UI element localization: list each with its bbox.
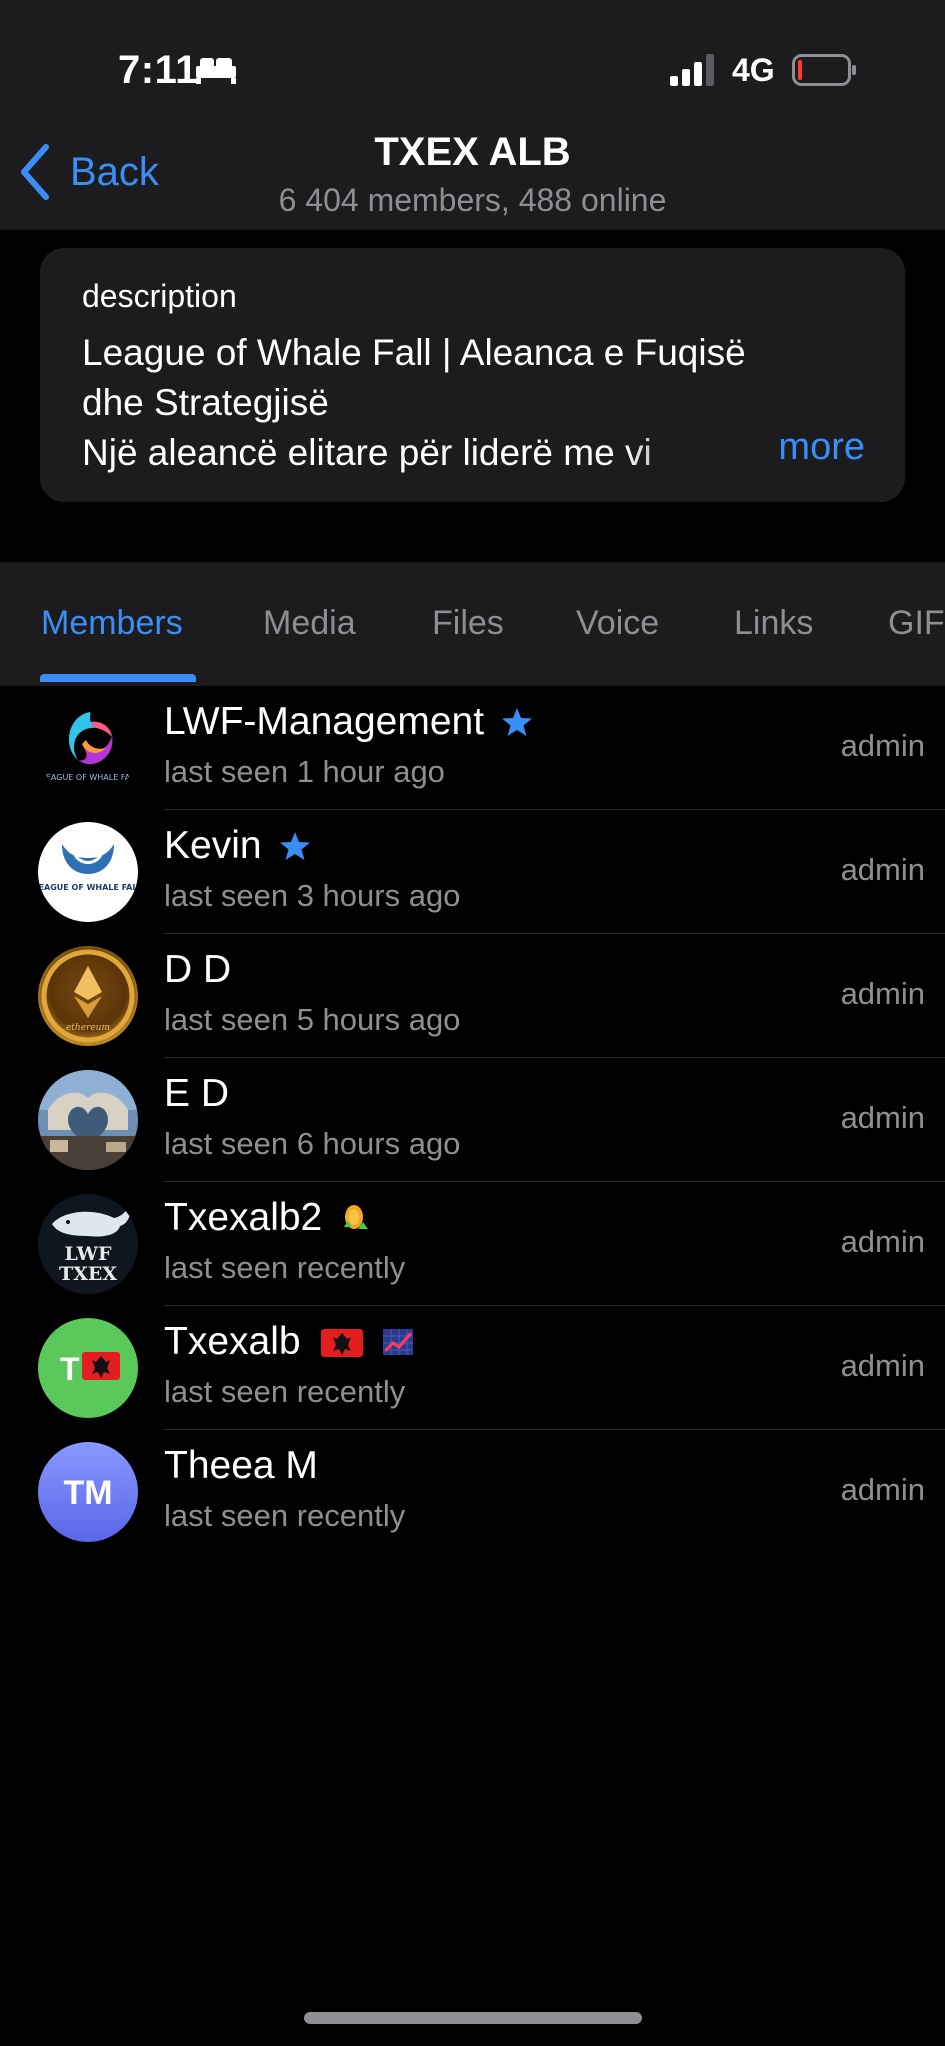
member-role: admin [840,728,925,763]
tab-voice[interactable]: Voice [576,604,659,643]
member-row[interactable]: T Txexalb last seen recently admin [0,1306,945,1430]
member-last-seen: last seen recently [164,1374,406,1409]
member-role: admin [840,1100,925,1135]
member-name: Theea M [164,1444,318,1487]
description-line: Një aleancë elitare për liderë me vi [82,432,652,473]
member-list: EAGUE OF WHALE FA LWF-Management last se… [0,686,945,1554]
member-row[interactable]: E D last seen 6 hours ago admin [0,1058,945,1182]
member-row[interactable]: TM Theea M last seen recently admin [0,1430,945,1554]
svg-text:EAGUE OF WHALE FA: EAGUE OF WHALE FA [46,773,131,782]
tab-links[interactable]: Links [734,604,813,643]
svg-text:ethereum: ethereum [66,1023,110,1033]
coin-up-icon [338,1201,372,1235]
active-tab-indicator [40,674,196,682]
member-name: D D [164,948,232,991]
description-card[interactable]: description League of Whale Fall | Alean… [40,248,905,502]
avatar-initials: T [60,1351,80,1387]
lwf-logo-avatar: EAGUE OF WHALE FA [38,698,138,798]
member-last-seen: last seen recently [164,1498,406,1533]
member-role: admin [840,1472,925,1507]
member-row[interactable]: ethereum D D last seen 5 hours ago admin [0,934,945,1058]
tab-members[interactable]: Members [41,604,183,643]
member-role: admin [840,976,925,1011]
whale-logo-avatar: LEAGUE OF WHALE FALL [38,822,138,922]
lwf-txex-whale-avatar: LWF TXEX [38,1194,138,1294]
more-link[interactable]: more [778,426,865,469]
photo-avatar [38,1070,138,1170]
member-role: admin [840,852,925,887]
description-line: League of Whale Fall | Aleanca e Fuqisë [82,332,746,373]
member-count: 6 404 members, 488 online [278,182,667,218]
svg-text:TXEX: TXEX [59,1263,117,1285]
member-row[interactable]: EAGUE OF WHALE FA LWF-Management last se… [0,686,945,810]
member-role: admin [840,1348,925,1383]
description-line: dhe Strategjisë [82,382,329,423]
member-last-seen: last seen 3 hours ago [164,878,461,913]
member-row[interactable]: LWF TXEX Txexalb2 last seen recently adm… [0,1182,945,1306]
tab-files[interactable]: Files [432,604,504,643]
tab-gif[interactable]: GIF [888,604,945,643]
initials-avatar: TM [38,1442,138,1542]
nav-bar: Back TXEX ALB 6 404 members, 488 online [0,120,945,230]
member-role: admin [840,1224,925,1259]
avatar-initials: TM [63,1474,112,1512]
member-name: Txexalb2 [164,1196,372,1240]
member-name: E D [164,1072,230,1115]
home-indicator[interactable] [304,2012,642,2024]
star-icon [278,829,312,863]
signal-icon [670,54,714,86]
network-label: 4G [732,52,775,88]
member-name: Kevin [164,824,312,868]
initials-avatar: T [38,1318,138,1418]
bed-icon [196,58,236,84]
battery-icon [792,54,856,86]
ethereum-coin-avatar: ethereum [38,946,138,1046]
media-tabs: Members Media Files Voice Links GIF [0,562,945,686]
chat-title[interactable]: TXEX ALB [0,130,945,175]
member-last-seen: last seen 1 hour ago [164,754,445,789]
member-name: Txexalb [164,1320,415,1364]
member-last-seen: last seen recently [164,1250,406,1285]
description-section: description League of Whale Fall | Alean… [0,230,945,562]
member-row[interactable]: LEAGUE OF WHALE FALL Kevin last seen 3 h… [0,810,945,934]
description-text: League of Whale Fall | Aleanca e Fuqisë … [82,328,872,478]
albania-flag-icon [319,1325,365,1359]
status-bar: 7:11 4G [0,0,945,120]
chart-up-icon [381,1325,415,1359]
svg-text:LEAGUE OF WHALE FALL: LEAGUE OF WHALE FALL [38,883,138,892]
svg-text:LWF: LWF [65,1243,112,1265]
description-label: description [82,278,237,314]
tab-media[interactable]: Media [263,604,356,643]
member-last-seen: last seen 5 hours ago [164,1002,461,1037]
member-name: LWF-Management [164,700,534,744]
status-time: 7:11 [118,48,198,92]
star-icon [500,705,534,739]
member-last-seen: last seen 6 hours ago [164,1126,461,1161]
